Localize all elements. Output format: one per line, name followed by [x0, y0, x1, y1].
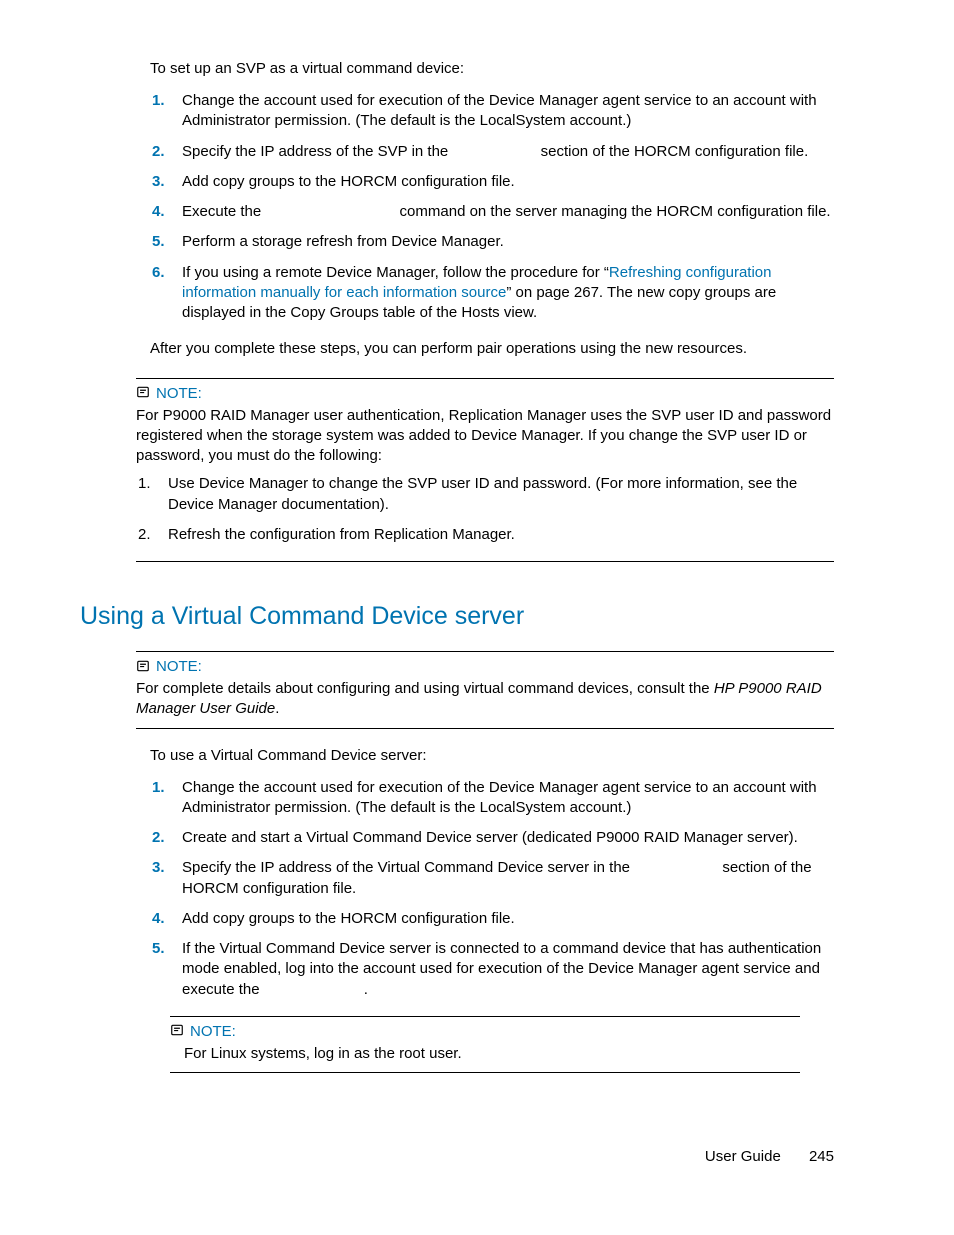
note-body: For P9000 RAID Manager user authenticati… [136, 406, 834, 467]
page-footer: User Guide 245 [705, 1148, 834, 1165]
list-item: Change the account used for execution of… [182, 778, 834, 819]
note-label: NOTE: [156, 385, 202, 402]
text: Specify the IP address of the SVP in the [182, 143, 452, 160]
procedure-list-2: Change the account used for execution of… [150, 778, 834, 1000]
text: command on the server managing the HORCM… [395, 203, 830, 220]
list-item: Create and start a Virtual Command Devic… [182, 828, 834, 848]
list-item: Perform a storage refresh from Device Ma… [182, 232, 834, 252]
footer-title: User Guide [705, 1148, 781, 1165]
list-item: Add copy groups to the HORCM configurati… [182, 909, 834, 929]
note-box-1: NOTE: For P9000 RAID Manager user authen… [136, 378, 834, 563]
after-steps-text: After you complete these steps, you can … [150, 339, 834, 359]
note-body: For complete details about configuring a… [136, 679, 834, 720]
intro-text-1: To set up an SVP as a virtual command de… [150, 60, 834, 77]
list-item: Use Device Manager to change the SVP use… [168, 474, 834, 515]
note-box-3: NOTE: For Linux systems, log in as the r… [170, 1016, 800, 1073]
note-sublist: Use Device Manager to change the SVP use… [136, 474, 834, 545]
list-item: Add copy groups to the HORCM configurati… [182, 172, 834, 192]
text: Execute the [182, 203, 265, 220]
list-item: If the Virtual Command Device server is … [182, 939, 834, 1000]
section-heading-vcd: Using a Virtual Command Device server [80, 602, 834, 631]
text: Specify the IP address of the Virtual Co… [182, 859, 634, 876]
note-label: NOTE: [156, 658, 202, 675]
text: section of the HORCM configuration file. [536, 143, 808, 160]
list-item: Specify the IP address of the SVP in the… [182, 142, 834, 162]
list-item: Execute the command on the server managi… [182, 202, 834, 222]
note-icon [136, 385, 150, 401]
page-number: 245 [809, 1148, 834, 1165]
intro-text-2: To use a Virtual Command Device server: [150, 747, 834, 764]
list-item: If you using a remote Device Manager, fo… [182, 263, 834, 324]
note-body: For Linux systems, log in as the root us… [184, 1044, 800, 1064]
note-label: NOTE: [190, 1023, 236, 1040]
note-icon [170, 1023, 184, 1039]
list-item: Change the account used for execution of… [182, 91, 834, 132]
procedure-list-1: Change the account used for execution of… [150, 91, 834, 323]
text: If you using a remote Device Manager, fo… [182, 264, 609, 281]
text: . [364, 981, 368, 998]
text: If the Virtual Command Device server is … [182, 940, 821, 998]
note-icon [136, 659, 150, 675]
list-item: Specify the IP address of the Virtual Co… [182, 858, 834, 899]
note-box-2: NOTE: For complete details about configu… [136, 651, 834, 729]
list-item: Refresh the configuration from Replicati… [168, 525, 834, 545]
